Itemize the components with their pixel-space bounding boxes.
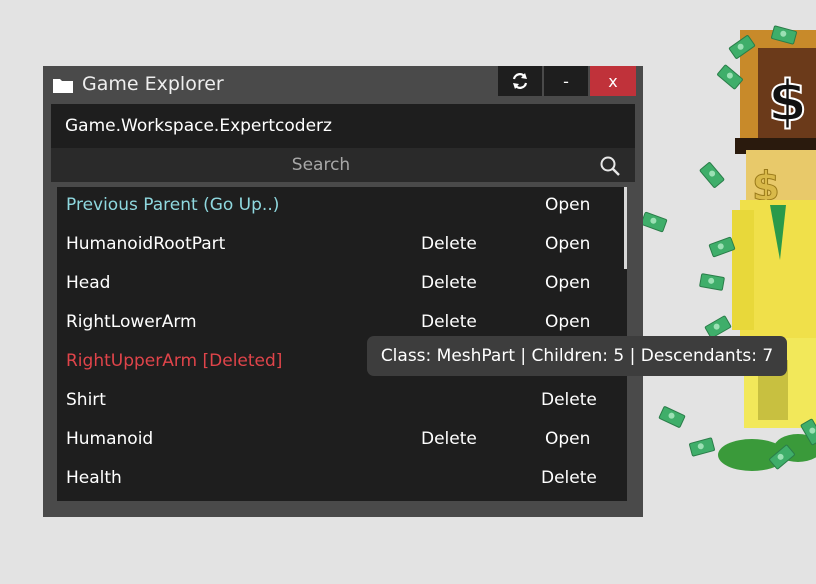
- current-path: Game.Workspace.Expertcoderz: [65, 116, 332, 136]
- open-button[interactable]: Open: [545, 273, 590, 293]
- item-name: Shirt: [66, 390, 106, 410]
- delete-button[interactable]: Delete: [421, 234, 477, 254]
- item-info-tooltip: Class: MeshPart | Children: 5 | Descenda…: [367, 336, 787, 376]
- search-input[interactable]: [51, 148, 591, 182]
- item-name: Head: [66, 273, 111, 293]
- window-title: Game Explorer: [82, 73, 224, 95]
- delete-button[interactable]: Delete: [421, 429, 477, 449]
- refresh-icon: [512, 73, 528, 89]
- delete-button[interactable]: Delete: [541, 390, 597, 410]
- title-bar[interactable]: Game Explorer - x: [43, 66, 643, 102]
- folder-icon: [53, 79, 73, 93]
- open-button[interactable]: Open: [545, 234, 590, 254]
- delete-button[interactable]: Delete: [541, 468, 597, 488]
- open-button[interactable]: Open: [545, 195, 590, 215]
- search-bar: [51, 148, 635, 182]
- delete-button[interactable]: Delete: [421, 273, 477, 293]
- open-button[interactable]: Open: [545, 312, 590, 332]
- minimize-button[interactable]: -: [544, 66, 588, 96]
- game-explorer-window: Game Explorer - x Game.Workspace.Expertc…: [43, 66, 643, 517]
- refresh-button[interactable]: [498, 66, 542, 96]
- delete-button[interactable]: Delete: [421, 312, 477, 332]
- list-item: Shirt Delete: [57, 382, 627, 421]
- list-item: HumanoidRootPart Delete Open: [57, 226, 627, 265]
- item-name: Previous Parent (Go Up..): [66, 195, 280, 215]
- list-item: Head Delete Open: [57, 265, 627, 304]
- item-name: Humanoid: [66, 429, 154, 449]
- search-icon[interactable]: [599, 155, 621, 177]
- list-item: Health Delete: [57, 460, 627, 499]
- list-item-previous-parent[interactable]: Previous Parent (Go Up..) Open: [57, 187, 627, 226]
- item-name: HumanoidRootPart: [66, 234, 226, 254]
- close-button[interactable]: x: [590, 66, 636, 96]
- svg-text:$: $: [768, 69, 807, 134]
- background-character: $ $: [640, 0, 816, 580]
- item-name: RightUpperArm [Deleted]: [66, 351, 283, 371]
- item-name: Health: [66, 468, 122, 488]
- item-name: RightLowerArm: [66, 312, 197, 332]
- path-bar: Game.Workspace.Expertcoderz: [51, 104, 635, 148]
- character-illustration: $ $: [718, 30, 816, 471]
- list-item: Humanoid Delete Open: [57, 421, 627, 460]
- open-button[interactable]: Open: [545, 429, 590, 449]
- scrollbar[interactable]: [624, 187, 627, 269]
